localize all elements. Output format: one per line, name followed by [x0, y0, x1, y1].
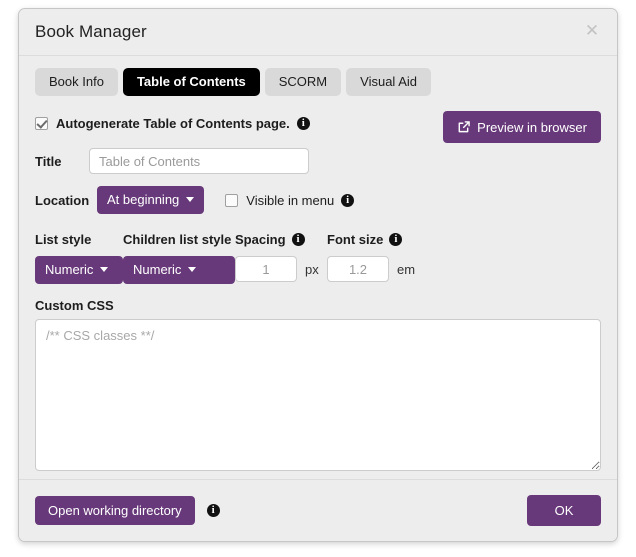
tab-scorm[interactable]: SCORM: [265, 68, 341, 96]
spacing-input-row: px: [235, 256, 327, 282]
spacing-info-icon[interactable]: [292, 233, 305, 246]
preview-in-browser-label: Preview in browser: [477, 121, 587, 134]
children-list-style-label: Children list style: [123, 232, 235, 247]
font-size-label: Font size: [327, 232, 383, 247]
spacing-group: Spacing px: [235, 232, 327, 282]
title-label: Title: [35, 154, 77, 169]
page-title: Book Manager: [35, 22, 147, 42]
external-link-icon: [457, 120, 471, 134]
children-list-style-dropdown-value: Numeric: [133, 263, 181, 276]
font-size-input-row: em: [327, 256, 415, 282]
custom-css-label: Custom CSS: [35, 298, 601, 313]
location-row: Location At beginning Visible in menu: [35, 186, 601, 214]
location-label: Location: [35, 193, 97, 208]
title-row: Title: [35, 148, 601, 174]
dialog-header: Book Manager ✕: [19, 9, 617, 56]
font-size-group: Font size em: [327, 232, 415, 282]
autogenerate-checkbox[interactable]: [35, 117, 48, 130]
font-size-label-wrap: Font size: [327, 232, 415, 247]
footer-left-group: Open working directory: [35, 496, 220, 525]
chevron-down-icon: [188, 267, 196, 272]
list-style-dropdown-value: Numeric: [45, 263, 93, 276]
open-working-directory-button[interactable]: Open working directory: [35, 496, 195, 525]
visible-in-menu-info-icon[interactable]: [341, 194, 354, 207]
autogenerate-info-icon[interactable]: [297, 117, 310, 130]
spacing-label-wrap: Spacing: [235, 232, 327, 247]
title-input[interactable]: [89, 148, 309, 174]
font-size-input[interactable]: [327, 256, 389, 282]
font-size-unit: em: [397, 262, 415, 277]
preview-in-browser-button[interactable]: Preview in browser: [443, 111, 601, 143]
autogenerate-label: Autogenerate Table of Contents page.: [56, 116, 290, 131]
custom-css-textarea[interactable]: [35, 319, 601, 471]
location-dropdown-value: At beginning: [107, 193, 179, 206]
visible-in-menu-checkbox[interactable]: [225, 194, 238, 207]
list-style-label: List style: [35, 232, 123, 247]
list-style-dropdown[interactable]: Numeric: [35, 256, 123, 284]
chevron-down-icon: [186, 197, 194, 202]
open-working-directory-label: Open working directory: [48, 504, 182, 517]
spacing-input[interactable]: [235, 256, 297, 282]
spacing-label: Spacing: [235, 232, 286, 247]
ok-button[interactable]: OK: [527, 495, 601, 526]
children-list-style-dropdown[interactable]: Numeric: [123, 256, 235, 284]
list-style-group: List style Numeric: [35, 232, 123, 284]
close-icon[interactable]: ✕: [581, 21, 603, 43]
visible-in-menu-label: Visible in menu: [246, 193, 334, 208]
open-working-directory-info-icon[interactable]: [207, 504, 220, 517]
font-size-info-icon[interactable]: [389, 233, 402, 246]
tab-table-of-contents[interactable]: Table of Contents: [123, 68, 260, 96]
tab-bar: Book Info Table of Contents SCORM Visual…: [35, 68, 601, 96]
book-manager-dialog: Book Manager ✕ Book Info Table of Conten…: [18, 8, 618, 542]
tab-book-info[interactable]: Book Info: [35, 68, 118, 96]
ok-button-label: OK: [555, 504, 574, 517]
spacing-unit: px: [305, 262, 319, 277]
location-dropdown[interactable]: At beginning: [97, 186, 204, 214]
chevron-down-icon: [100, 267, 108, 272]
children-list-style-group: Children list style Numeric: [123, 232, 235, 284]
tab-visual-aid[interactable]: Visual Aid: [346, 68, 431, 96]
dialog-footer: Open working directory OK: [19, 479, 617, 541]
styles-row: List style Numeric Children list style N…: [35, 232, 601, 284]
dialog-body: Book Info Table of Contents SCORM Visual…: [19, 56, 617, 479]
